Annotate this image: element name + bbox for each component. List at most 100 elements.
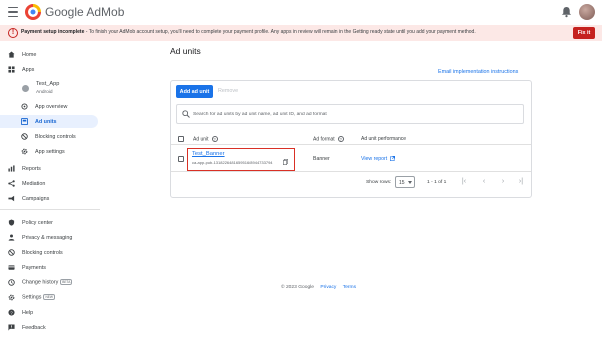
- app-name: Test_App: [36, 81, 60, 87]
- sidebar-item-apps[interactable]: Apps: [0, 63, 98, 76]
- sidebar-item-label: Reports: [22, 165, 41, 172]
- campaign-icon: [8, 195, 15, 202]
- column-header-label: Ad unit: [193, 136, 209, 143]
- history-icon: [8, 279, 15, 286]
- sidebar-item-feedback[interactable]: Feedback: [0, 321, 98, 334]
- person-icon: [8, 234, 15, 241]
- sidebar-item-ad-units[interactable]: Ad units: [0, 115, 98, 128]
- sidebar-item-label: Blocking controls: [22, 249, 63, 256]
- sidebar-item-label: Apps: [22, 66, 35, 73]
- sidebar-item-label: Mediation: [22, 180, 46, 187]
- sidebar-item-label: Ad units: [35, 118, 57, 125]
- account-avatar[interactable]: [579, 4, 595, 20]
- ad-unit-name-link[interactable]: Test_Banner: [192, 151, 225, 157]
- notifications-icon[interactable]: [561, 6, 572, 18]
- table-header: [171, 131, 531, 145]
- column-header-ad-format[interactable]: Ad format?: [313, 136, 344, 142]
- search-input[interactable]: [193, 110, 513, 119]
- search-icon: [182, 110, 190, 118]
- help-icon[interactable]: ?: [211, 136, 218, 142]
- sidebar-item-label: Blocking controls: [35, 133, 76, 140]
- sidebar-item-label: Payments: [22, 264, 46, 271]
- sidebar-item-app-settings[interactable]: App settings: [0, 145, 98, 158]
- sidebar-item-app-overview[interactable]: App overview: [0, 100, 98, 113]
- sidebar-item-policy-center[interactable]: Policy center: [0, 216, 98, 229]
- admob-logo-icon: [25, 4, 41, 20]
- change-history-text: Change history: [22, 279, 59, 286]
- payment-warning-banner: ! Payment setup incomplete - To finish y…: [0, 25, 602, 41]
- view-report-link[interactable]: View report: [361, 156, 387, 162]
- footer: © 2023 Google Privacy Terms: [281, 285, 356, 290]
- column-header-label: Ad format: [313, 136, 335, 143]
- sidebar-item-label: Privacy & messaging: [22, 234, 73, 241]
- sidebar-item-privacy-messaging[interactable]: Privacy & messaging: [0, 231, 98, 244]
- reports-icon: [8, 165, 15, 172]
- block-icon: [8, 249, 15, 256]
- sidebar-item-blocking-controls[interactable]: Blocking controls: [0, 130, 98, 143]
- banner-title: Payment setup incomplete: [21, 29, 85, 35]
- chevron-down-icon: [408, 181, 412, 184]
- beta-badge: BETA: [60, 279, 73, 286]
- help-icon: ?: [8, 309, 15, 316]
- sidebar-item-settings[interactable]: Settings NEW: [0, 291, 98, 304]
- add-ad-unit-button[interactable]: Add ad unit: [176, 85, 213, 98]
- row-checkbox[interactable]: [178, 156, 184, 162]
- sidebar-item-blocking-controls-account[interactable]: Blocking controls: [0, 246, 98, 259]
- sidebar-item-change-history[interactable]: Change history BETA: [0, 276, 98, 289]
- privacy-link[interactable]: Privacy: [320, 285, 336, 290]
- overview-icon: [21, 103, 28, 110]
- sidebar: Home Apps Test_App Android App overview …: [0, 46, 100, 343]
- page-title: Ad units: [170, 46, 201, 56]
- help-icon[interactable]: ?: [337, 136, 344, 142]
- sidebar-item-mediation[interactable]: Mediation: [0, 177, 98, 190]
- sidebar-item-label: Feedback: [22, 324, 46, 331]
- sidebar-item-campaigns[interactable]: Campaigns: [0, 192, 98, 205]
- remove-button[interactable]: Remove: [218, 88, 238, 94]
- ad-format-value: Banner: [313, 156, 330, 162]
- ad-units-icon: [21, 118, 28, 125]
- sidebar-item-label: Change history BETA: [22, 279, 73, 286]
- previous-page-icon[interactable]: ‹: [480, 178, 488, 186]
- app-icon: [22, 85, 29, 92]
- email-instructions-link[interactable]: Email implementation instructions: [438, 69, 518, 75]
- sidebar-item-home[interactable]: Home: [0, 48, 98, 61]
- sidebar-divider: [0, 209, 100, 210]
- new-badge: NEW: [43, 294, 55, 301]
- banner-body: - To finish your AdMob account setup, yo…: [84, 29, 476, 35]
- payments-icon: [8, 265, 15, 270]
- gear-icon: [8, 294, 15, 301]
- next-page-icon[interactable]: ›: [499, 178, 507, 186]
- sidebar-item-label: Home: [22, 51, 37, 58]
- column-header-ad-unit[interactable]: Ad unit?: [193, 136, 218, 142]
- sidebar-item-label: Campaigns: [22, 195, 50, 202]
- rows-per-page-label: Show rows:: [366, 180, 392, 185]
- fix-it-button[interactable]: Fix it: [573, 27, 595, 39]
- pagination-range: 1 - 1 of 1: [427, 180, 447, 185]
- menu-icon[interactable]: [8, 7, 18, 17]
- terms-link[interactable]: Terms: [343, 285, 356, 290]
- rows-per-page-select[interactable]: 15: [395, 176, 415, 188]
- sidebar-item-label: App settings: [35, 148, 65, 155]
- sidebar-item-reports[interactable]: Reports: [0, 162, 98, 175]
- sidebar-item-label: Help: [22, 309, 34, 316]
- rows-per-page-value: 15: [399, 179, 405, 186]
- open-in-new-icon[interactable]: [390, 156, 395, 161]
- settings-text: Settings: [22, 294, 42, 301]
- copyright-text: © 2023 Google: [281, 285, 314, 290]
- sidebar-item-label: Settings NEW: [22, 294, 55, 301]
- home-icon: [8, 51, 15, 58]
- feedback-icon: [8, 324, 15, 331]
- shield-icon: [8, 219, 15, 226]
- last-page-icon[interactable]: ›|: [517, 178, 525, 186]
- copy-icon[interactable]: [283, 159, 288, 165]
- sidebar-item-payments[interactable]: Payments: [0, 261, 98, 274]
- app-platform: Android: [36, 90, 53, 95]
- settings-icon: [21, 148, 28, 155]
- ad-unit-id: ca-app-pub-1318226481659516/8944733794: [192, 160, 273, 165]
- selected-app[interactable]: Test_App Android: [20, 81, 98, 101]
- first-page-icon[interactable]: |‹: [460, 178, 468, 186]
- column-header-performance: Ad unit performance: [361, 136, 407, 142]
- sidebar-item-help[interactable]: ? Help: [0, 306, 98, 319]
- select-all-checkbox[interactable]: [178, 136, 184, 142]
- block-icon: [21, 133, 28, 140]
